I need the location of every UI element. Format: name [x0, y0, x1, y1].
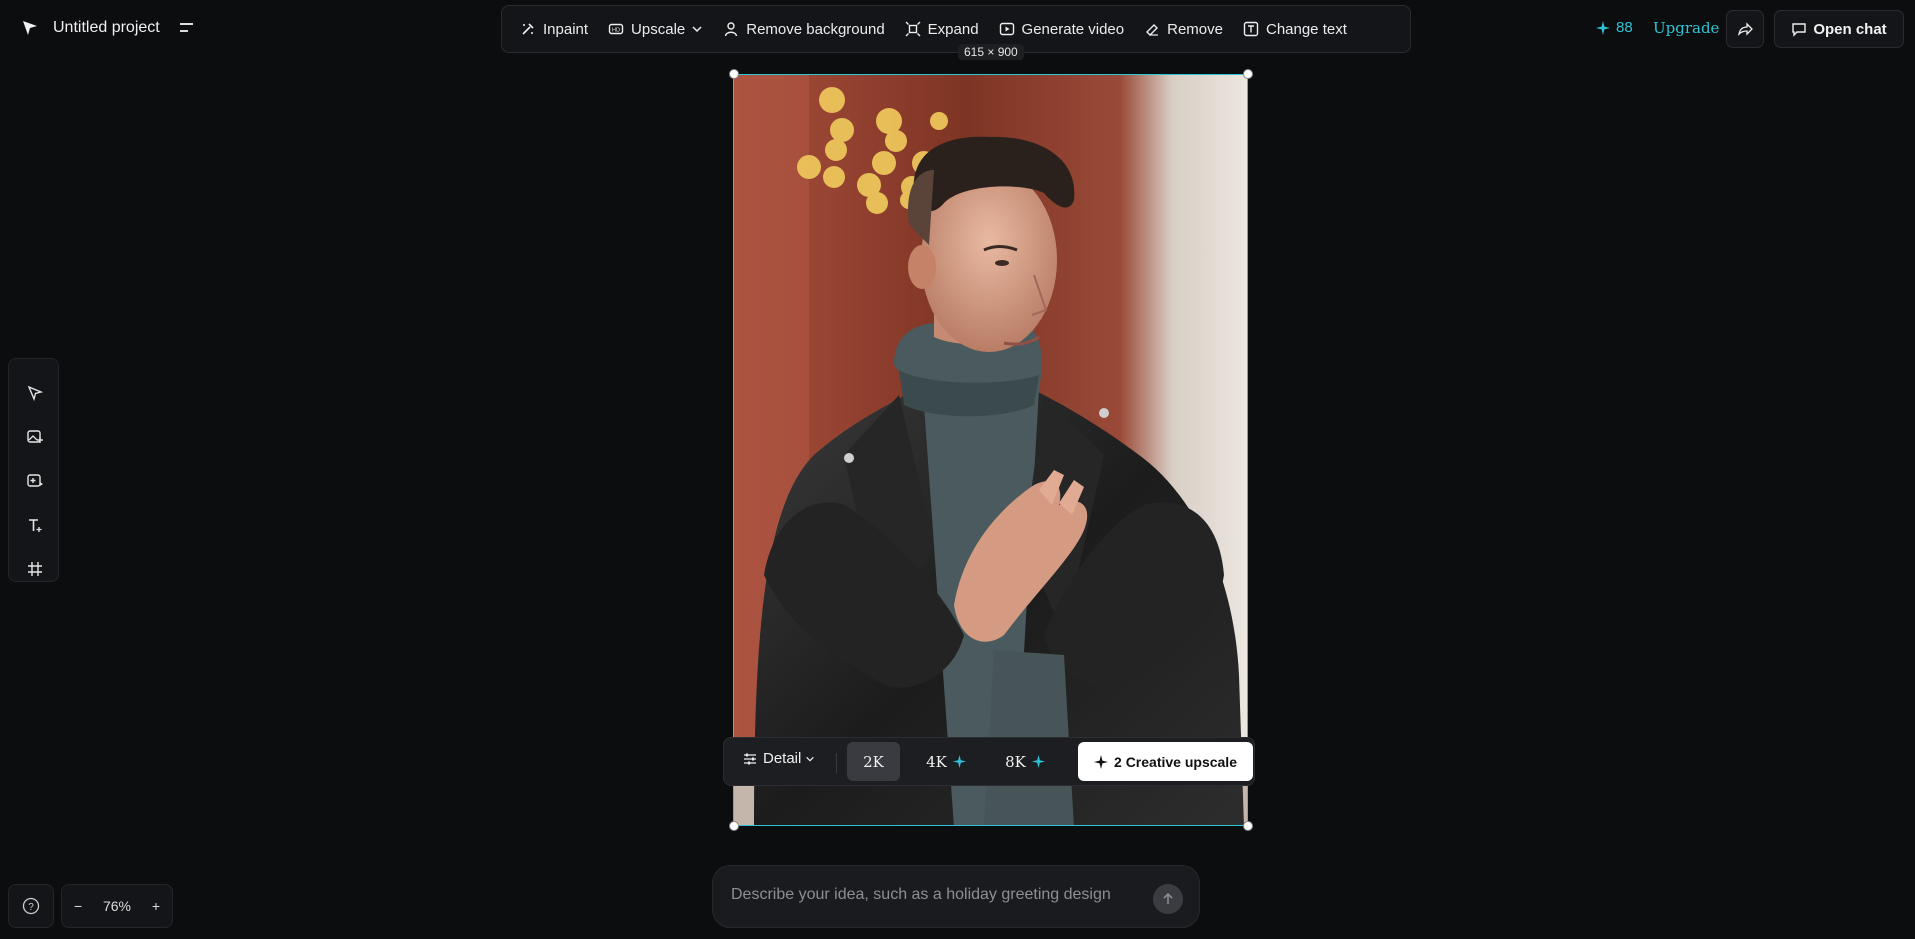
- chat-icon: [1792, 23, 1807, 37]
- zoom-in-button[interactable]: +: [152, 898, 160, 914]
- credits-count: 88: [1616, 19, 1633, 36]
- generate-image-tool-button[interactable]: [23, 469, 47, 493]
- frame-tool-button[interactable]: [23, 557, 47, 581]
- select-tool-button[interactable]: [23, 381, 47, 405]
- prompt-box: [712, 865, 1200, 928]
- canvas-image-frame[interactable]: [733, 74, 1248, 826]
- inpaint-button[interactable]: Inpaint: [510, 12, 598, 46]
- change-text-button[interactable]: Change text: [1233, 12, 1357, 46]
- upscale-hd-icon: HD: [608, 23, 624, 35]
- arrow-up-icon: [1163, 892, 1173, 904]
- sparkle-icon: [952, 755, 966, 768]
- sparkle-icon: [1596, 20, 1610, 35]
- upscale-panel: Detail 2K 4K 8K 2 Creative upscale: [723, 737, 1255, 786]
- detail-dropdown[interactable]: Detail: [742, 750, 820, 767]
- sparkle-icon: [1031, 755, 1045, 768]
- share-button[interactable]: [1726, 10, 1764, 48]
- generate-image-icon: [27, 474, 43, 487]
- zoom-out-button[interactable]: −: [74, 898, 82, 914]
- expand-icon: [905, 21, 921, 37]
- creative-upscale-button[interactable]: 2 Creative upscale: [1078, 742, 1253, 781]
- prompt-input[interactable]: [731, 886, 1131, 904]
- video-icon: [999, 22, 1014, 36]
- divider: [836, 753, 837, 773]
- left-tool-rail: [8, 358, 59, 582]
- remove-background-button[interactable]: Remove background: [713, 12, 894, 46]
- expand-button[interactable]: Expand: [895, 12, 989, 46]
- send-button[interactable]: [1153, 884, 1183, 914]
- open-chat-button[interactable]: Open chat: [1774, 10, 1904, 48]
- credits-badge[interactable]: 88: [1596, 19, 1633, 36]
- help-icon: ?: [22, 897, 40, 915]
- resolution-2k-button[interactable]: 2K: [847, 742, 900, 781]
- upscale-button[interactable]: HD Upscale: [598, 12, 713, 46]
- chevron-down-icon: [806, 756, 815, 762]
- svg-text:?: ?: [28, 902, 34, 913]
- sliders-icon: [744, 753, 756, 764]
- project-title[interactable]: Untitled project: [53, 19, 160, 37]
- add-image-tool-button[interactable]: [23, 425, 47, 449]
- text-icon: [29, 519, 42, 532]
- remove-background-icon: [725, 22, 738, 37]
- remove-button[interactable]: Remove: [1134, 12, 1233, 46]
- upgrade-link[interactable]: Upgrade: [1653, 19, 1719, 37]
- resize-handle-bottom-right[interactable]: [1243, 821, 1253, 831]
- zoom-control: − 76% +: [61, 884, 173, 928]
- generate-video-button[interactable]: Generate video: [989, 12, 1135, 46]
- add-image-icon: [27, 430, 43, 443]
- inpaint-icon: [522, 23, 534, 35]
- text-tool-button[interactable]: [23, 513, 47, 537]
- share-icon: [1737, 22, 1753, 36]
- svg-text:HD: HD: [612, 28, 620, 34]
- resolution-8k-button[interactable]: 8K: [995, 742, 1055, 781]
- canvas-dimensions: 615 × 900: [958, 44, 1024, 60]
- eraser-icon: [1146, 24, 1159, 36]
- cursor-icon: [27, 385, 44, 402]
- help-button[interactable]: ?: [8, 884, 54, 928]
- resize-handle-bottom-left[interactable]: [729, 821, 739, 831]
- zoom-level: 76%: [102, 898, 132, 914]
- frame-icon: [28, 562, 42, 576]
- resolution-4k-button[interactable]: 4K: [916, 742, 976, 781]
- resize-handle-top-right[interactable]: [1243, 69, 1253, 79]
- chevron-down-icon: [692, 26, 702, 33]
- menu-icon[interactable]: [178, 19, 196, 37]
- image-toolbar: Inpaint HD Upscale Remove background Exp…: [501, 5, 1411, 53]
- logo-icon[interactable]: [20, 18, 40, 38]
- resize-handle-top-left[interactable]: [729, 69, 739, 79]
- text-box-icon: [1243, 21, 1259, 37]
- sparkle-icon: [1094, 754, 1109, 769]
- portrait-photo: [734, 75, 1247, 825]
